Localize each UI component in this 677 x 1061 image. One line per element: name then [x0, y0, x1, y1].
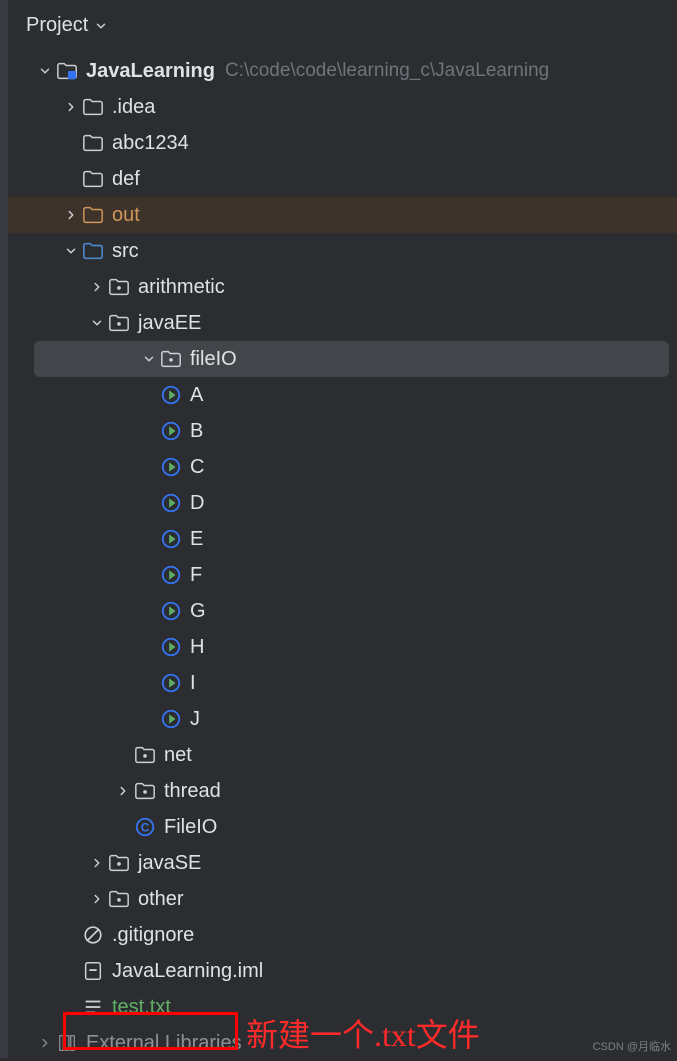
tree-label: arithmetic [138, 276, 225, 299]
tree-label: B [190, 420, 203, 443]
tree-label: F [190, 564, 202, 587]
svg-text:C: C [141, 821, 150, 835]
tree-item-arithmetic[interactable]: arithmetic [8, 269, 677, 305]
tree-label: net [164, 744, 192, 767]
package-icon [160, 348, 182, 370]
tree-label: fileIO [190, 348, 237, 371]
tree-item-abc[interactable]: abc1234 [8, 125, 677, 161]
tree-label: JavaLearning [86, 60, 215, 83]
tree-path: C:\code\code\learning_c\JavaLearning [225, 60, 549, 82]
tree-item-javase[interactable]: javaSE [8, 845, 677, 881]
tree-item-idea[interactable]: .idea [8, 89, 677, 125]
java-runnable-class-icon [160, 708, 182, 730]
tree-item-class-h[interactable]: H [8, 629, 677, 665]
package-icon [134, 780, 156, 802]
tree-item-class-d[interactable]: D [8, 485, 677, 521]
tree-label: javaEE [138, 312, 201, 335]
tree-item-class-g[interactable]: G [8, 593, 677, 629]
java-class-icon: C [134, 816, 156, 838]
tree-item-class-c[interactable]: C [8, 449, 677, 485]
tree-label: javaSE [138, 852, 201, 875]
chevron-right-icon [60, 100, 82, 114]
annotation-text: 新建一个.txt文件 [246, 1010, 480, 1056]
tree-label: J [190, 708, 200, 731]
tree-item-gitignore[interactable]: .gitignore [8, 917, 677, 953]
chevron-down-icon [138, 352, 160, 366]
java-runnable-class-icon [160, 528, 182, 550]
folder-excluded-icon [82, 204, 104, 226]
tree-label: H [190, 636, 204, 659]
chevron-right-icon [60, 208, 82, 222]
project-panel-header[interactable]: Project [8, 10, 677, 53]
chevron-right-icon [86, 280, 108, 294]
chevron-down-icon [94, 19, 108, 33]
package-icon [108, 852, 130, 874]
tree-label: other [138, 888, 184, 911]
java-runnable-class-icon [160, 636, 182, 658]
module-folder-icon [56, 60, 78, 82]
watermark: CSDN @月临水 [593, 1038, 671, 1054]
chevron-down-icon [34, 64, 56, 78]
tree-item-def[interactable]: def [8, 161, 677, 197]
package-icon [108, 888, 130, 910]
tree-item-thread[interactable]: thread [8, 773, 677, 809]
chevron-down-icon [60, 244, 82, 258]
tree-item-class-b[interactable]: B [8, 413, 677, 449]
source-folder-icon [82, 240, 104, 262]
tree-item-src[interactable]: src [8, 233, 677, 269]
annotation-box [63, 1012, 238, 1050]
gutter-bar [0, 0, 8, 1058]
java-runnable-class-icon [160, 384, 182, 406]
java-runnable-class-icon [160, 600, 182, 622]
java-runnable-class-icon [160, 564, 182, 586]
tree-label: thread [164, 780, 221, 803]
tree-label: C [190, 456, 204, 479]
tree-label: src [112, 240, 139, 263]
folder-icon [82, 96, 104, 118]
package-icon [134, 744, 156, 766]
tree-label: FileIO [164, 816, 217, 839]
tree-item-class-f[interactable]: F [8, 557, 677, 593]
tree-label: G [190, 600, 206, 623]
tree-item-out[interactable]: out [8, 197, 677, 233]
folder-icon [82, 168, 104, 190]
chevron-right-icon [86, 856, 108, 870]
java-runnable-class-icon [160, 492, 182, 514]
tree-item-fileio-class[interactable]: C FileIO [8, 809, 677, 845]
tree-label: .idea [112, 96, 155, 119]
tree-item-class-a[interactable]: A [8, 377, 677, 413]
tree-item-net[interactable]: net [8, 737, 677, 773]
folder-icon [82, 132, 104, 154]
tree-item-iml[interactable]: JavaLearning.iml [8, 953, 677, 989]
tree-item-other[interactable]: other [8, 881, 677, 917]
tree-item-class-i[interactable]: I [8, 665, 677, 701]
tree-item-root[interactable]: JavaLearning C:\code\code\learning_c\Jav… [8, 53, 677, 89]
tree-label: def [112, 168, 140, 191]
package-icon [108, 312, 130, 334]
chevron-right-icon [112, 784, 134, 798]
tree-label: E [190, 528, 203, 551]
tree-label: I [190, 672, 196, 695]
tree-label: abc1234 [112, 132, 189, 155]
tree-label: JavaLearning.iml [112, 960, 263, 983]
tree-label: .gitignore [112, 924, 194, 947]
chevron-right-icon [34, 1036, 56, 1050]
iml-file-icon [82, 960, 104, 982]
chevron-down-icon [86, 316, 108, 330]
tree-label: D [190, 492, 204, 515]
tree-label: out [112, 204, 140, 227]
ignore-file-icon [82, 924, 104, 946]
tree-item-class-j[interactable]: J [8, 701, 677, 737]
panel-title: Project [26, 14, 88, 37]
tree-item-javaee[interactable]: javaEE [8, 305, 677, 341]
tree-item-class-e[interactable]: E [8, 521, 677, 557]
package-icon [108, 276, 130, 298]
chevron-right-icon [86, 892, 108, 906]
java-runnable-class-icon [160, 420, 182, 442]
tree-label: A [190, 384, 203, 407]
tree-item-fileio[interactable]: fileIO [34, 341, 669, 377]
java-runnable-class-icon [160, 456, 182, 478]
java-runnable-class-icon [160, 672, 182, 694]
